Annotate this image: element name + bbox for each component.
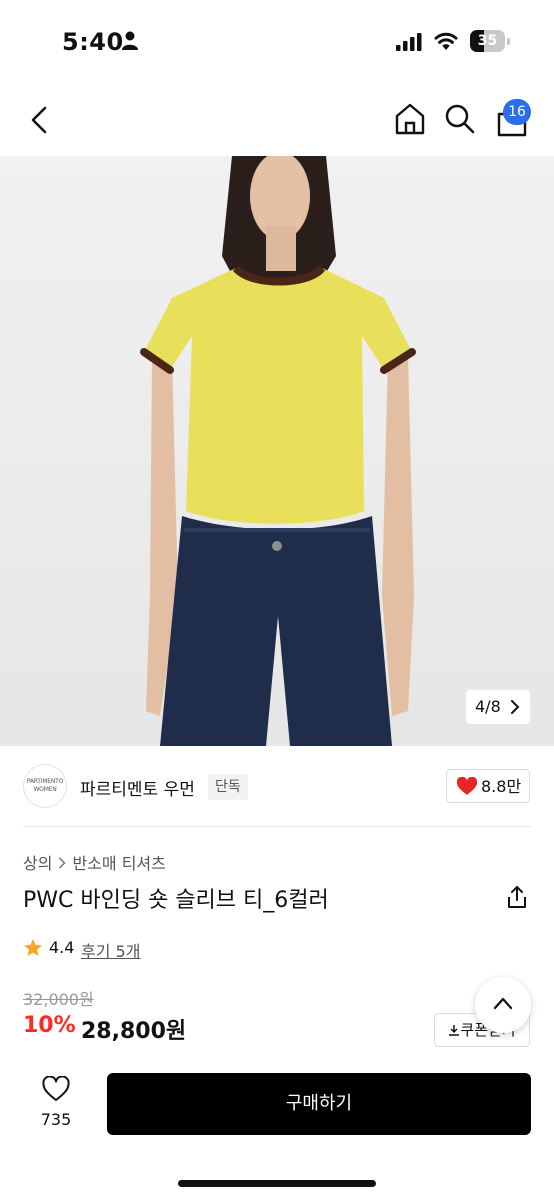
divider [23, 826, 531, 827]
heart-outline-icon [42, 1076, 70, 1101]
brand-like-count: 8.8만 [481, 777, 522, 796]
breadcrumb-item-subcategory[interactable]: 반소매 티셔츠 [72, 854, 165, 873]
search-icon[interactable] [444, 103, 476, 135]
model-photo [140, 156, 416, 746]
battery-icon: 35 [470, 30, 510, 52]
image-counter-text: 4/8 [475, 697, 501, 716]
star-icon [24, 939, 42, 956]
brand-exclusive-tag: 단독 [208, 774, 248, 800]
brand-logo-text: PARTIMENTO WOMEN [26, 778, 64, 793]
cellular-signal-icon [396, 33, 422, 51]
review-count-link[interactable]: 후기 5개 [81, 938, 140, 962]
image-counter[interactable]: 4/8 [466, 690, 530, 724]
original-price: 32,000원 [23, 990, 94, 1009]
brand-like-button[interactable]: 8.8만 [446, 769, 530, 803]
sale-price: 28,800원 [81, 1019, 187, 1044]
rating-value: 4.4 [49, 938, 75, 957]
brand-logo[interactable]: PARTIMENTO WOMEN [23, 764, 67, 808]
chevron-up-icon [493, 997, 513, 1010]
brand-name[interactable]: 파르티멘토 우먼 [80, 775, 195, 800]
share-icon[interactable] [505, 885, 529, 909]
battery-level: 35 [477, 33, 498, 49]
home-icon[interactable] [392, 101, 428, 137]
product-image[interactable] [0, 156, 554, 746]
breadcrumb-item-category[interactable]: 상의 [23, 854, 52, 873]
chevron-right-icon [59, 857, 67, 869]
wishlist-count: 735 [40, 1110, 72, 1129]
heart-filled-icon [457, 777, 477, 795]
person-icon [122, 31, 138, 50]
chevron-right-icon [511, 700, 520, 714]
download-icon [449, 1025, 460, 1036]
wifi-icon [434, 32, 458, 50]
wishlist-button[interactable]: 735 [30, 1076, 82, 1136]
status-time: 5:40 [62, 28, 124, 56]
home-indicator [178, 1180, 376, 1187]
cart-count-badge: 16 [503, 99, 531, 125]
scroll-top-button[interactable] [475, 977, 531, 1033]
product-title: PWC 바인딩 숏 슬리브 티_6컬러 [23, 888, 329, 913]
status-bar: 5:40 35 [0, 0, 554, 84]
buy-button[interactable]: 구매하기 [107, 1073, 531, 1135]
discount-rate: 10% [23, 1013, 76, 1038]
back-icon[interactable] [24, 102, 56, 138]
breadcrumb: 상의 반소매 티셔츠 [23, 850, 166, 874]
